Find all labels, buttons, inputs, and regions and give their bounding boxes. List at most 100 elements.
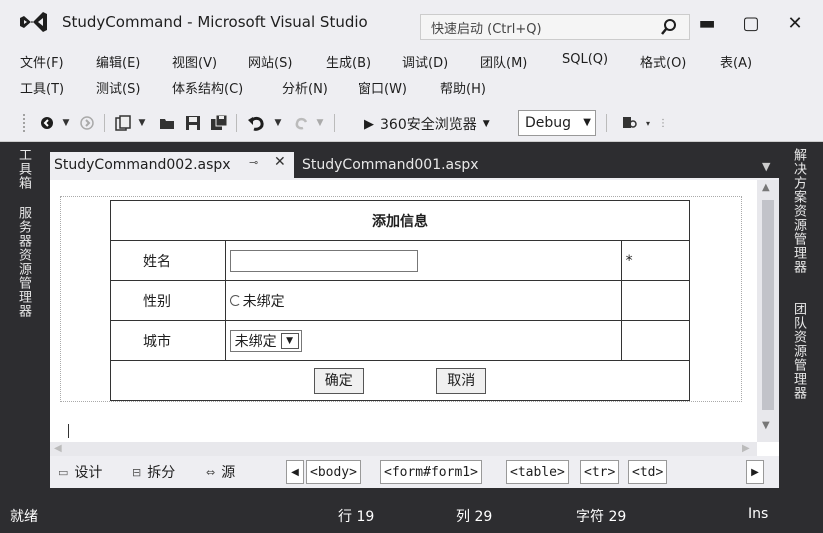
start-browser-button[interactable]: ▶ 360安全浏览器 ▼ bbox=[364, 114, 490, 134]
table-header: 添加信息 bbox=[110, 200, 690, 241]
scroll-left-icon[interactable]: ◀ bbox=[54, 443, 62, 454]
toolbar-options-icon[interactable]: ▾ bbox=[642, 112, 654, 134]
table-row: 城市 未绑定 ▼ bbox=[110, 320, 691, 361]
radio-circle-icon bbox=[229, 295, 241, 306]
status-bar: 就绪 行 19 列 29 字符 29 Ins bbox=[0, 498, 823, 533]
menu-help[interactable]: 帮助(H) bbox=[440, 78, 486, 97]
text-caret bbox=[68, 424, 69, 438]
open-file-icon[interactable] bbox=[156, 112, 178, 134]
menu-tools[interactable]: 工具(T) bbox=[20, 78, 64, 97]
window-title: StudyCommand - Microsoft Visual Studio bbox=[62, 13, 368, 31]
menu-website[interactable]: 网站(S) bbox=[248, 52, 292, 71]
redo-icon[interactable] bbox=[290, 112, 312, 134]
back-icon[interactable] bbox=[36, 112, 58, 134]
button-row: 确定 取消 bbox=[110, 360, 690, 401]
table-row: 确定 取消 bbox=[110, 360, 690, 401]
tab-studycommand001[interactable]: StudyCommand001.aspx bbox=[302, 152, 479, 178]
scroll-up-icon[interactable]: ▲ bbox=[762, 182, 770, 193]
table-row: 姓名 * bbox=[110, 240, 691, 281]
source-icon: ⇔ bbox=[206, 465, 216, 479]
breadcrumb-form[interactable]: <form#form1> bbox=[380, 460, 482, 484]
menu-format[interactable]: 格式(O) bbox=[640, 52, 686, 71]
maximize-button[interactable]: ▢ bbox=[736, 10, 766, 36]
ok-button[interactable]: 确定 bbox=[313, 367, 364, 394]
empty-cell bbox=[620, 320, 691, 361]
find-in-files-icon[interactable] bbox=[618, 112, 640, 134]
minimize-button[interactable]: ▬ bbox=[692, 10, 722, 36]
left-tool-window-bar: 工具箱 服务器资源管理器 bbox=[0, 142, 44, 498]
menu-team[interactable]: 团队(M) bbox=[480, 52, 527, 71]
toolbar-overflow-icon[interactable]: ⋮ bbox=[656, 112, 670, 134]
new-dropdown-icon[interactable]: ▼ bbox=[136, 112, 148, 134]
browser-label: 360安全浏览器 bbox=[380, 117, 477, 133]
team-explorer-tab[interactable]: 团队资源管理器 bbox=[789, 302, 808, 400]
back-dropdown-icon[interactable]: ▼ bbox=[60, 112, 72, 134]
tab-studycommand002[interactable]: StudyCommand002.aspx ⊸ ✕ bbox=[50, 152, 294, 178]
gender-radio[interactable]: 未绑定 bbox=[229, 291, 285, 311]
menu-row-2: 工具(T) 测试(S) 体系结构(C) 分析(N) 窗口(W) 帮助(H) bbox=[0, 74, 823, 100]
breadcrumb-td[interactable]: <td> bbox=[628, 460, 668, 484]
add-info-table: 添加信息 姓名 * 性别 未绑定 城市 未绑定 ▼ 确定 取消 bbox=[110, 200, 691, 401]
server-explorer-tab[interactable]: 服务器资源管理器 bbox=[14, 206, 33, 318]
cancel-button[interactable]: 取消 bbox=[436, 367, 487, 394]
tab-label: StudyCommand002.aspx bbox=[54, 157, 231, 173]
required-mark: * bbox=[620, 240, 691, 281]
menu-view[interactable]: 视图(V) bbox=[172, 52, 217, 71]
solution-config-select[interactable]: Debug ▼ bbox=[518, 110, 596, 136]
toolbar-separator bbox=[236, 114, 237, 132]
breadcrumb-next-button[interactable]: ▶ bbox=[746, 460, 764, 484]
toolbox-tab[interactable]: 工具箱 bbox=[14, 148, 33, 190]
status-column: 列 29 bbox=[456, 509, 493, 525]
source-view-button[interactable]: ⇔ 源 bbox=[206, 460, 235, 484]
split-label: 拆分 bbox=[147, 465, 176, 481]
menu-test[interactable]: 测试(S) bbox=[96, 78, 140, 97]
breadcrumb-body[interactable]: <body> bbox=[306, 460, 361, 484]
menu-table[interactable]: 表(A) bbox=[720, 52, 752, 71]
menu-sql[interactable]: SQL(Q) bbox=[562, 52, 608, 67]
menu-edit[interactable]: 编辑(E) bbox=[96, 52, 140, 71]
city-select[interactable]: 未绑定 ▼ bbox=[229, 329, 302, 352]
scroll-thumb[interactable] bbox=[762, 200, 774, 410]
standard-toolbar: ▼ ▼ ▼ ▼ ▶ 360安全浏览器 ▼ ▾ ⋮ bbox=[0, 104, 823, 142]
split-view-button[interactable]: ⊟ 拆分 bbox=[132, 460, 175, 484]
search-icon[interactable] bbox=[661, 18, 677, 40]
city-select-value: 未绑定 bbox=[234, 333, 277, 350]
undo-dropdown-icon[interactable]: ▼ bbox=[272, 112, 284, 134]
menu-window[interactable]: 窗口(W) bbox=[358, 78, 407, 97]
menu-architecture[interactable]: 体系结构(C) bbox=[172, 78, 243, 97]
menu-bar: 文件(F) 编辑(E) 视图(V) 网站(S) 生成(B) 调试(D) 团队(M… bbox=[0, 44, 823, 104]
menu-debug[interactable]: 调试(D) bbox=[402, 52, 448, 71]
save-all-icon[interactable] bbox=[208, 112, 230, 134]
visual-studio-logo-icon bbox=[16, 7, 50, 37]
toolbar-grip[interactable] bbox=[22, 113, 26, 133]
scroll-right-icon[interactable]: ▶ bbox=[742, 443, 750, 454]
menu-analyze[interactable]: 分析(N) bbox=[282, 78, 328, 97]
right-tool-window-bar: 解决方案资源管理器 团队资源管理器 bbox=[779, 142, 823, 498]
design-view-button[interactable]: ▭ 设计 bbox=[58, 460, 102, 484]
forward-icon[interactable] bbox=[76, 112, 98, 134]
undo-icon[interactable] bbox=[244, 112, 270, 134]
close-button[interactable]: ✕ bbox=[780, 10, 810, 36]
solution-explorer-tab[interactable]: 解决方案资源管理器 bbox=[789, 148, 808, 274]
menu-build[interactable]: 生成(B) bbox=[326, 52, 371, 71]
status-line: 行 19 bbox=[338, 509, 375, 525]
quick-launch-input[interactable]: 快速启动 (Ctrl+Q) bbox=[420, 14, 690, 40]
gender-cell: 未绑定 bbox=[224, 280, 622, 321]
name-input[interactable] bbox=[229, 249, 418, 272]
toolbar-separator bbox=[104, 114, 105, 132]
chevron-down-icon: ▼ bbox=[280, 332, 299, 349]
city-label: 城市 bbox=[110, 320, 226, 361]
breadcrumb-tr[interactable]: <tr> bbox=[580, 460, 620, 484]
design-surface[interactable]: 添加信息 姓名 * 性别 未绑定 城市 未绑定 ▼ 确定 取消 ▲ ▼ ◀ ▶ bbox=[50, 178, 779, 458]
menu-file[interactable]: 文件(F) bbox=[20, 52, 64, 71]
redo-dropdown-icon[interactable]: ▼ bbox=[314, 112, 326, 134]
breadcrumb-prev-button[interactable]: ◀ bbox=[286, 460, 304, 484]
close-tab-icon[interactable]: ✕ bbox=[274, 154, 286, 170]
scroll-down-icon[interactable]: ▼ bbox=[762, 420, 770, 431]
pin-icon[interactable]: ⊸ bbox=[249, 156, 258, 169]
tab-list-dropdown-icon[interactable]: ▼ bbox=[762, 160, 770, 173]
new-project-icon[interactable] bbox=[112, 112, 134, 134]
save-icon[interactable] bbox=[182, 112, 204, 134]
vertical-scrollbar[interactable]: ▲ ▼ bbox=[757, 180, 779, 442]
breadcrumb-table[interactable]: <table> bbox=[506, 460, 569, 484]
